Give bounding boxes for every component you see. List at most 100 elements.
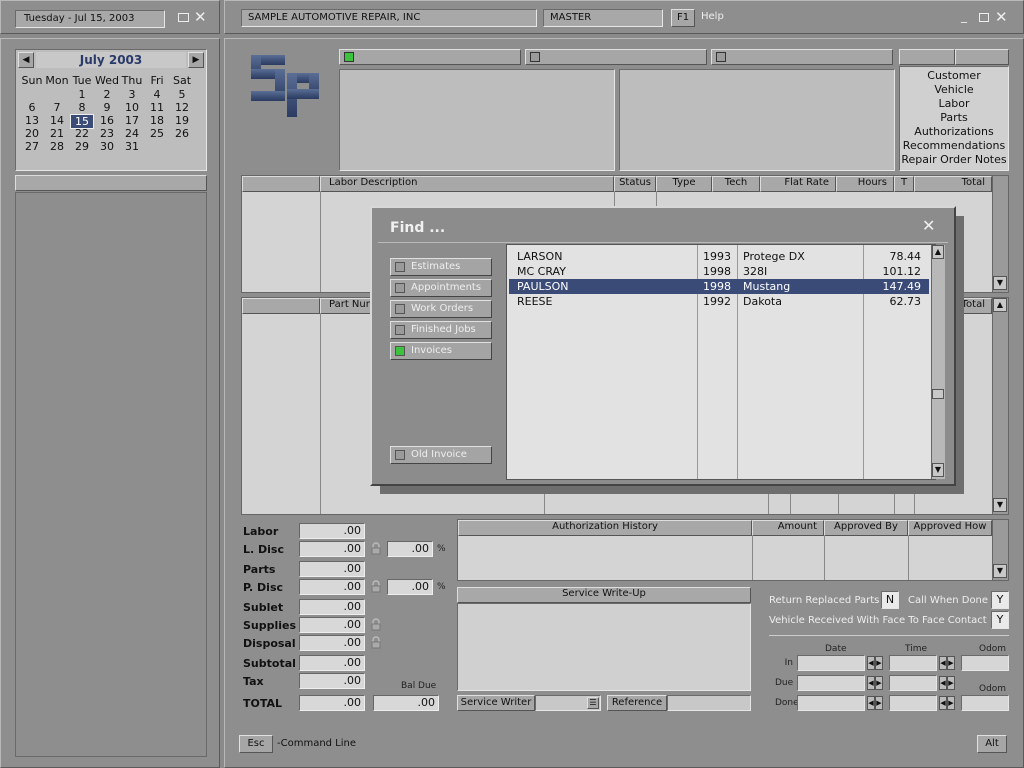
calendar-day[interactable]: 25 xyxy=(145,127,169,140)
help-label[interactable]: Help xyxy=(701,11,724,22)
calendar-day[interactable]: 24 xyxy=(120,127,144,140)
supplies-value[interactable]: .00 xyxy=(299,617,365,633)
calendar-day[interactable]: 14 xyxy=(45,114,69,127)
calendar-day[interactable]: 26 xyxy=(170,127,194,140)
p-disc-value[interactable]: .00 xyxy=(299,579,365,595)
calendar-day[interactable]: 9 xyxy=(95,101,119,114)
call-done-field[interactable]: Y xyxy=(991,591,1009,609)
find-result-row[interactable]: MC CRAY 1998 328I 101.12 xyxy=(509,264,929,279)
calendar-day[interactable]: 18 xyxy=(145,114,169,127)
customer-menu-item[interactable]: Labor xyxy=(900,97,1008,110)
find-estimates-button[interactable]: Estimates xyxy=(390,258,492,276)
calendar-day[interactable]: 27 xyxy=(20,140,44,153)
spin-left-icon[interactable]: ◀ xyxy=(939,656,947,670)
service-writeup-text[interactable] xyxy=(457,603,751,691)
lock-icon[interactable] xyxy=(371,542,381,555)
calendar-day[interactable]: 7 xyxy=(45,101,69,114)
parts-value[interactable]: .00 xyxy=(299,561,365,577)
scroll-down-icon[interactable]: ▼ xyxy=(932,463,944,477)
find-finished-jobs-button[interactable]: Finished Jobs xyxy=(390,321,492,339)
spin-right-icon[interactable]: ▶ xyxy=(875,676,883,690)
calendar-day[interactable]: 19 xyxy=(170,114,194,127)
tab-2[interactable] xyxy=(525,49,707,65)
find-scrollbar[interactable]: ▲ ▼ xyxy=(931,245,945,479)
spin-right-icon[interactable]: ▶ xyxy=(947,676,955,690)
calendar-day[interactable]: 8 xyxy=(70,101,94,114)
calendar-day[interactable]: 10 xyxy=(120,101,144,114)
calendar-day[interactable]: 23 xyxy=(95,127,119,140)
tax-value[interactable]: .00 xyxy=(299,673,365,689)
bal-due-value[interactable]: .00 xyxy=(373,695,439,711)
tab-1[interactable] xyxy=(339,49,521,65)
calendar-day[interactable]: 16 xyxy=(95,114,119,127)
schedule-date-field[interactable] xyxy=(797,655,865,671)
subtotal-value[interactable]: .00 xyxy=(299,655,365,671)
calendar-day[interactable]: 28 xyxy=(45,140,69,153)
minimize-icon[interactable]: _ xyxy=(961,9,967,23)
calendar-day[interactable]: 21 xyxy=(45,127,69,140)
return-parts-field[interactable]: N xyxy=(881,591,899,609)
restore-icon[interactable] xyxy=(979,13,989,22)
spin-right-icon[interactable]: ▶ xyxy=(947,696,955,710)
auth-scrollbar[interactable]: ▼ xyxy=(992,520,1008,580)
customer-menu-item[interactable]: Vehicle xyxy=(900,83,1008,96)
minimize-window-icon[interactable] xyxy=(178,13,189,22)
l-disc-percent[interactable]: .00 xyxy=(387,541,433,557)
find-invoices-button[interactable]: Invoices xyxy=(390,342,492,360)
spin-left-icon[interactable]: ◀ xyxy=(939,676,947,690)
find-work-orders-button[interactable]: Work Orders xyxy=(390,300,492,318)
schedule-time-field[interactable] xyxy=(889,675,937,691)
calendar-day[interactable]: 4 xyxy=(145,88,169,101)
lock-icon[interactable] xyxy=(371,636,381,649)
calendar-day[interactable]: 12 xyxy=(170,101,194,114)
customer-menu-item[interactable]: Customer xyxy=(900,69,1008,82)
schedule-time-field[interactable] xyxy=(889,655,937,671)
schedule-date-field[interactable] xyxy=(797,695,865,711)
f1-key[interactable]: F1 xyxy=(671,9,695,27)
old-invoice-button[interactable]: Old Invoice xyxy=(390,446,492,464)
l-disc-value[interactable]: .00 xyxy=(299,541,365,557)
schedule-date-field[interactable] xyxy=(797,675,865,691)
menu-tab-b[interactable] xyxy=(955,49,1009,65)
scroll-down-icon[interactable]: ▼ xyxy=(993,276,1007,290)
spin-left-icon[interactable]: ◀ xyxy=(867,656,875,670)
calendar-day[interactable]: 3 xyxy=(120,88,144,101)
calendar-day[interactable]: 13 xyxy=(20,114,44,127)
labor-value[interactable]: .00 xyxy=(299,523,365,539)
lock-icon[interactable] xyxy=(371,618,381,631)
calendar-day[interactable]: 30 xyxy=(95,140,119,153)
spin-left-icon[interactable]: ◀ xyxy=(867,676,875,690)
calendar-day[interactable]: 5 xyxy=(170,88,194,101)
calendar-day[interactable]: 2 xyxy=(95,88,119,101)
schedule-odom-field[interactable] xyxy=(961,655,1009,671)
schedule-odom-field[interactable] xyxy=(961,695,1009,711)
calendar-day[interactable]: 6 xyxy=(20,101,44,114)
calendar-day[interactable]: 22 xyxy=(70,127,94,140)
spin-right-icon[interactable]: ▶ xyxy=(875,696,883,710)
scroll-up-icon[interactable]: ▲ xyxy=(993,298,1007,312)
find-result-row[interactable]: REESE 1992 Dakota 62.73 xyxy=(509,294,929,309)
service-writer-list-icon[interactable]: ☰ xyxy=(587,697,599,709)
p-disc-percent[interactable]: .00 xyxy=(387,579,433,595)
menu-tab-a[interactable] xyxy=(899,49,955,65)
spin-right-icon[interactable]: ▶ xyxy=(875,656,883,670)
find-appointments-button[interactable]: Appointments xyxy=(390,279,492,297)
customer-menu-item[interactable]: Recommendations xyxy=(900,139,1008,152)
spin-right-icon[interactable]: ▶ xyxy=(947,656,955,670)
close-icon[interactable]: ✕ xyxy=(995,8,1008,26)
spin-left-icon[interactable]: ◀ xyxy=(939,696,947,710)
find-result-row[interactable]: PAULSON 1998 Mustang 147.49 xyxy=(509,279,929,294)
scroll-up-icon[interactable]: ▲ xyxy=(932,245,944,259)
disposal-value[interactable]: .00 xyxy=(299,635,365,651)
scroll-thumb[interactable] xyxy=(932,389,944,399)
calendar-day[interactable]: 17 xyxy=(120,114,144,127)
calendar-day[interactable]: 29 xyxy=(70,140,94,153)
close-icon[interactable]: ✕ xyxy=(194,8,207,26)
sublet-value[interactable]: .00 xyxy=(299,599,365,615)
parts-scrollbar[interactable]: ▲ ▼ xyxy=(992,298,1008,514)
reference-field[interactable] xyxy=(667,695,751,711)
labor-scrollbar[interactable]: ▼ xyxy=(992,176,1008,292)
calendar-day[interactable]: 11 xyxy=(145,101,169,114)
prev-month-button[interactable]: ◀ xyxy=(18,52,34,68)
calendar-day[interactable]: 1 xyxy=(70,88,94,101)
